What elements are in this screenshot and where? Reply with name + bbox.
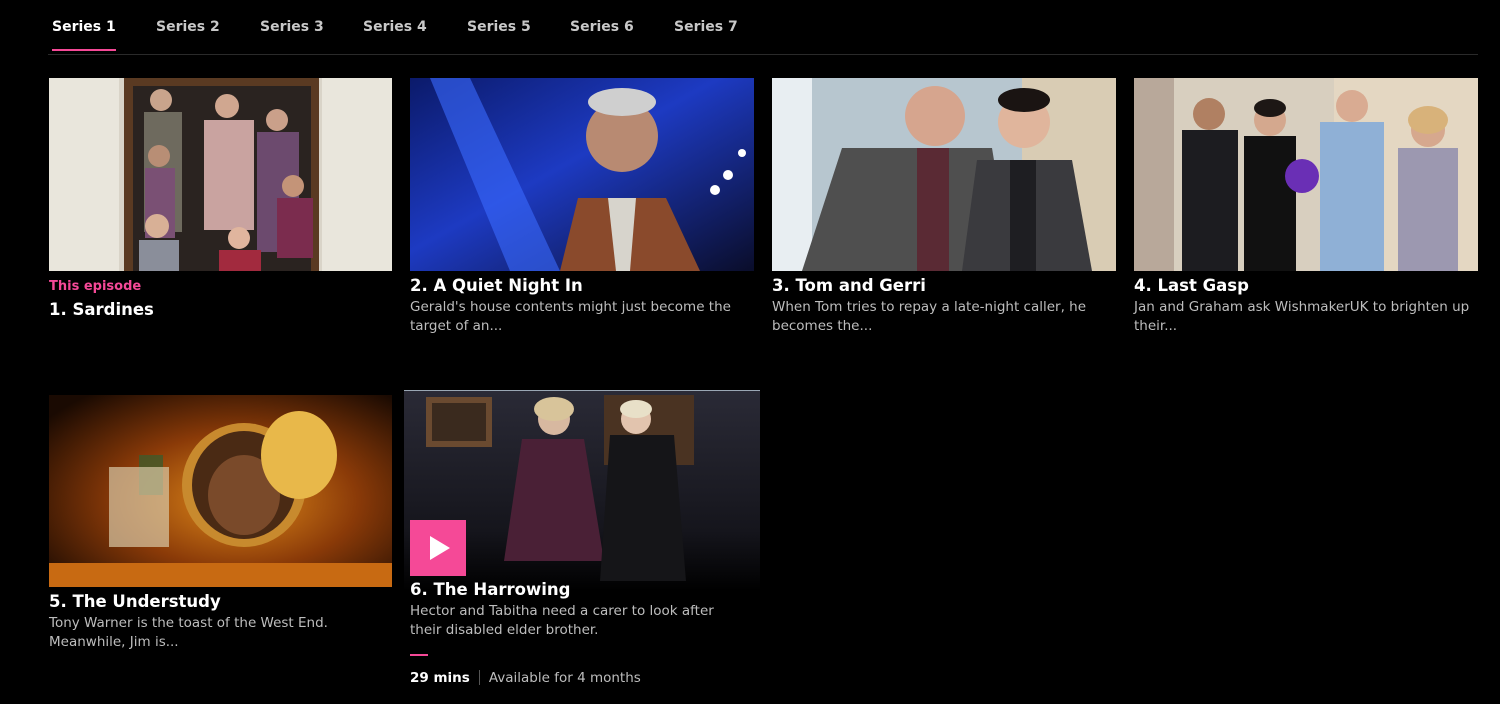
episode-description-5: Tony Warner is the toast of the West End… <box>49 615 328 650</box>
tab-series-3[interactable]: Series 3 <box>260 19 324 51</box>
episode-duration: 29 mins <box>410 670 470 686</box>
episode-thumbnail-4[interactable] <box>1134 78 1478 271</box>
episode-thumbnail-2[interactable] <box>410 78 754 271</box>
play-button[interactable] <box>410 520 466 576</box>
tab-series-4[interactable]: Series 4 <box>363 19 427 51</box>
series-tabs: Series 1 Series 2 Series 3 Series 4 Seri… <box>48 0 1478 55</box>
episode-description-2: Gerald's house contents might just becom… <box>410 299 731 334</box>
episode-title-2[interactable]: 2. A Quiet Night In <box>410 276 583 295</box>
episode-meta: 29 mins Available for 4 months <box>410 670 641 686</box>
tab-series-6[interactable]: Series 6 <box>570 19 634 51</box>
episode-availability: Available for 4 months <box>488 670 641 686</box>
tab-series-7[interactable]: Series 7 <box>674 19 738 51</box>
episode-title-1[interactable]: 1. Sardines <box>49 300 154 319</box>
episode-title-6[interactable]: 6. The Harrowing <box>410 580 570 599</box>
episode-image-4 <box>1134 78 1478 271</box>
episode-title-5[interactable]: 5. The Understudy <box>49 592 221 611</box>
episode-image-1 <box>49 78 392 271</box>
play-icon <box>430 536 450 560</box>
episode-description-6: Hector and Tabitha need a carer to look … <box>410 603 714 638</box>
episode-image-2 <box>410 78 754 271</box>
episode-thumbnail-5[interactable] <box>49 395 392 587</box>
meta-separator <box>478 670 480 685</box>
current-episode-label: This episode <box>49 279 142 294</box>
episode-image-5 <box>49 395 392 587</box>
tab-series-5[interactable]: Series 5 <box>467 19 531 51</box>
episode-description-3: When Tom tries to repay a late-night cal… <box>772 299 1087 334</box>
accent-divider <box>410 654 428 656</box>
episode-thumbnail-1[interactable] <box>49 78 392 271</box>
episode-description-4: Jan and Graham ask WishmakerUK to bright… <box>1134 299 1470 334</box>
episode-thumbnail-3[interactable] <box>772 78 1116 271</box>
episode-image-3 <box>772 78 1116 271</box>
tab-series-1[interactable]: Series 1 <box>52 19 116 51</box>
episode-title-4[interactable]: 4. Last Gasp <box>1134 276 1249 295</box>
tab-series-2[interactable]: Series 2 <box>156 19 220 51</box>
episode-title-3[interactable]: 3. Tom and Gerri <box>772 276 926 295</box>
